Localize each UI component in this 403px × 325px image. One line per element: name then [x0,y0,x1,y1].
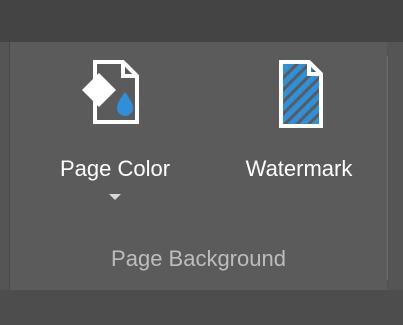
watermark-label: Watermark [245,156,353,181]
page-color-icon [82,60,139,124]
page-color-label: Page Color [59,156,171,181]
ribbon-bottom-strip [0,290,403,325]
watermark-icon [279,60,323,128]
page-color-button[interactable]: Page Color [35,56,195,216]
chevron-down-icon[interactable] [109,194,121,200]
group-divider [387,56,388,280]
ribbon-top-strip [0,0,403,42]
group-label: Page Background [111,246,286,271]
page-background-group: Page Color Watermark Page Background [9,42,388,290]
watermark-button[interactable]: Watermark [219,56,379,181]
ribbon-frame: Page Color Watermark Page Background [0,0,403,325]
